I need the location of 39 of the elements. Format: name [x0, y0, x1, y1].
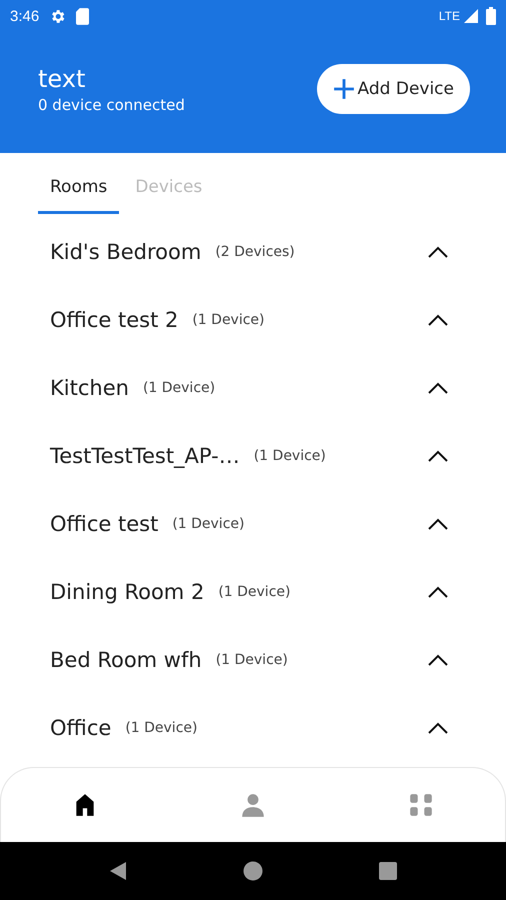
chevron-up-icon[interactable]	[428, 450, 448, 462]
device-count: (1 Device)	[218, 584, 290, 600]
battery-icon	[486, 7, 496, 25]
device-count: (1 Device)	[125, 720, 198, 736]
room-name[interactable]: Office test 2	[50, 308, 178, 332]
chevron-up-icon[interactable]	[428, 518, 448, 530]
device-count: (2 Devices)	[215, 244, 295, 260]
signal-icon	[464, 9, 478, 23]
room-name[interactable]: Bed Room wfh	[50, 648, 202, 672]
room-name[interactable]: Office	[50, 716, 112, 740]
room-name[interactable]: Dining Room 2	[50, 580, 204, 604]
chevron-up-icon[interactable]	[428, 586, 448, 598]
device-count: (1 Device)	[254, 448, 326, 464]
room-name[interactable]: Kid's Bedroom	[50, 240, 202, 264]
status-time: 3:46	[10, 8, 40, 24]
chevron-up-icon[interactable]	[428, 654, 448, 666]
recents-icon[interactable]	[378, 861, 398, 881]
network-type: LTE	[438, 9, 460, 23]
sd-card-icon	[76, 8, 90, 24]
device-count: (1 Device)	[142, 380, 216, 396]
home-title: text	[38, 64, 86, 94]
chevron-up-icon[interactable]	[428, 314, 448, 326]
back-icon[interactable]	[108, 861, 128, 881]
chevron-up-icon[interactable]	[428, 722, 448, 734]
connection-status: 0 device connected	[38, 96, 186, 114]
chevron-up-icon[interactable]	[428, 246, 448, 258]
person-icon	[240, 792, 266, 818]
chevron-up-icon[interactable]	[428, 382, 448, 394]
device-count: (1 Device)	[216, 652, 288, 668]
grid-icon	[408, 792, 434, 818]
add-device-button[interactable]: Add Device	[316, 64, 470, 114]
room-name[interactable]: TestTestTest_AP-…	[50, 444, 240, 468]
device-count: (1 Device)	[192, 312, 265, 328]
room-name[interactable]: Office test	[50, 512, 158, 536]
home-circle-icon[interactable]	[242, 861, 263, 881]
room-name[interactable]: Kitchen	[50, 376, 129, 400]
plus-icon	[332, 78, 355, 100]
device-count: (1 Device)	[172, 516, 244, 532]
tab[interactable]: Rooms	[38, 153, 120, 214]
